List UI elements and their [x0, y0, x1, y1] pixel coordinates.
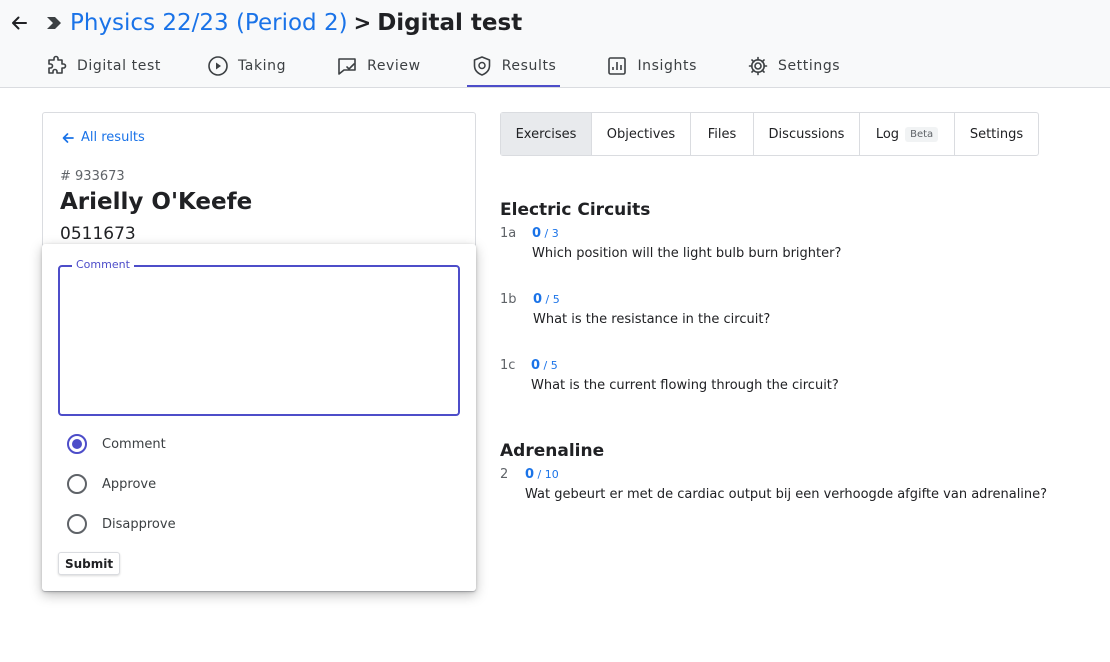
- radio-approve[interactable]: Approve: [67, 474, 156, 494]
- exercise-question: Wat gebeurt er met de cardiac output bij…: [525, 487, 1048, 502]
- play-circle-icon: [208, 56, 228, 76]
- radio-label: Disapprove: [102, 516, 176, 532]
- tab-results[interactable]: Results: [466, 46, 561, 87]
- score-value: 0: [532, 226, 542, 241]
- tab-review[interactable]: Review: [332, 46, 425, 86]
- exercise-score[interactable]: 0 / 10: [525, 467, 559, 482]
- subtab-label: Objectives: [606, 126, 676, 142]
- subtab-settings[interactable]: Settings: [955, 113, 1038, 155]
- shield-icon: [473, 56, 490, 76]
- tab-label: Digital test: [77, 58, 161, 74]
- tab-label: Review: [367, 58, 421, 74]
- section-title: Adrenaline: [500, 441, 605, 461]
- comment-check-icon: [338, 58, 356, 75]
- tab-insights[interactable]: Insights: [602, 46, 701, 86]
- results-subtabs: Exercises Objectives Files Discussions L…: [500, 112, 1039, 156]
- main-nav: Digital test Taking Review Results Insig…: [42, 46, 886, 88]
- student-name: Arielly O'Keefe: [60, 189, 253, 215]
- exercise-question: What is the resistance in the circuit?: [533, 312, 771, 327]
- tab-label: Results: [501, 58, 557, 74]
- score-value: 0: [525, 467, 535, 482]
- radio-button[interactable]: [67, 434, 87, 454]
- tab-digital-test[interactable]: Digital test: [42, 46, 165, 86]
- gear-icon: [748, 56, 768, 76]
- breadcrumb-separator: >: [353, 11, 372, 35]
- exercise-number: 1b: [500, 292, 517, 307]
- score-max: / 5: [540, 359, 558, 372]
- radio-button[interactable]: [67, 474, 87, 494]
- subtab-label: Log: [875, 126, 900, 142]
- breadcrumb-marker-icon: [45, 14, 63, 32]
- subtab-label: Discussions: [768, 126, 845, 142]
- exercise-score[interactable]: 0 / 5: [531, 358, 558, 373]
- tab-label: Taking: [237, 58, 287, 74]
- exercise-number: 2: [500, 467, 509, 482]
- comment-textarea[interactable]: [60, 267, 458, 414]
- score-value: 0: [531, 358, 541, 373]
- submit-button[interactable]: Submit: [58, 552, 121, 575]
- exercise-number: 1a: [500, 226, 517, 241]
- subtab-exercises[interactable]: Exercises: [501, 113, 592, 155]
- tab-settings[interactable]: Settings: [743, 46, 844, 86]
- exercise-question: What is the current flowing through the …: [531, 378, 839, 393]
- score-max: / 5: [542, 293, 560, 306]
- arrow-left-icon: [12, 16, 27, 30]
- subtab-objectives[interactable]: Objectives: [592, 113, 691, 155]
- arrow-left-icon: [62, 132, 74, 143]
- tab-label: Insights: [637, 58, 697, 74]
- subtab-label: Exercises: [515, 126, 577, 142]
- beta-badge: Beta: [905, 126, 939, 142]
- score-max: / 3: [541, 227, 559, 240]
- top-header: Physics 22/23 (Period 2) > Digital test …: [0, 0, 1110, 88]
- exercise-question: Which position will the light bulb burn …: [532, 246, 842, 261]
- tab-taking[interactable]: Taking: [203, 46, 290, 86]
- radio-button[interactable]: [67, 514, 87, 534]
- comment-field[interactable]: Comment: [58, 258, 460, 416]
- chart-icon: [608, 57, 627, 75]
- breadcrumb-course-link[interactable]: Physics 22/23 (Period 2): [70, 7, 348, 39]
- all-results-label: All results: [81, 130, 145, 145]
- subtab-label: Settings: [969, 126, 1024, 142]
- radio-label: Approve: [102, 476, 157, 492]
- radio-disapprove[interactable]: Disapprove: [67, 514, 176, 534]
- exercise-number: 1c: [500, 358, 516, 373]
- all-results-link[interactable]: All results: [61, 130, 145, 145]
- score-value: 0: [533, 292, 543, 307]
- puzzle-icon: [48, 55, 67, 74]
- section-title: Electric Circuits: [500, 200, 651, 220]
- exercise-score[interactable]: 0 / 3: [532, 226, 559, 241]
- student-number: # 933673: [60, 169, 125, 184]
- radio-comment[interactable]: Comment: [67, 434, 166, 454]
- breadcrumb: Physics 22/23 (Period 2) > Digital test: [70, 7, 522, 39]
- score-max: / 10: [534, 468, 559, 481]
- exercise-score[interactable]: 0 / 5: [533, 292, 560, 307]
- tab-label: Settings: [777, 58, 841, 74]
- breadcrumb-current: Digital test: [377, 10, 523, 36]
- subtab-label: Files: [707, 126, 737, 142]
- comment-popup: Comment Comment Approve Disapprove Submi…: [42, 244, 476, 591]
- subtab-log[interactable]: Log Beta: [860, 113, 955, 155]
- student-code: 0511673: [60, 224, 136, 244]
- back-button[interactable]: [8, 10, 30, 36]
- subtab-discussions[interactable]: Discussions: [754, 113, 860, 155]
- radio-label: Comment: [102, 436, 166, 452]
- subtab-files[interactable]: Files: [691, 113, 754, 155]
